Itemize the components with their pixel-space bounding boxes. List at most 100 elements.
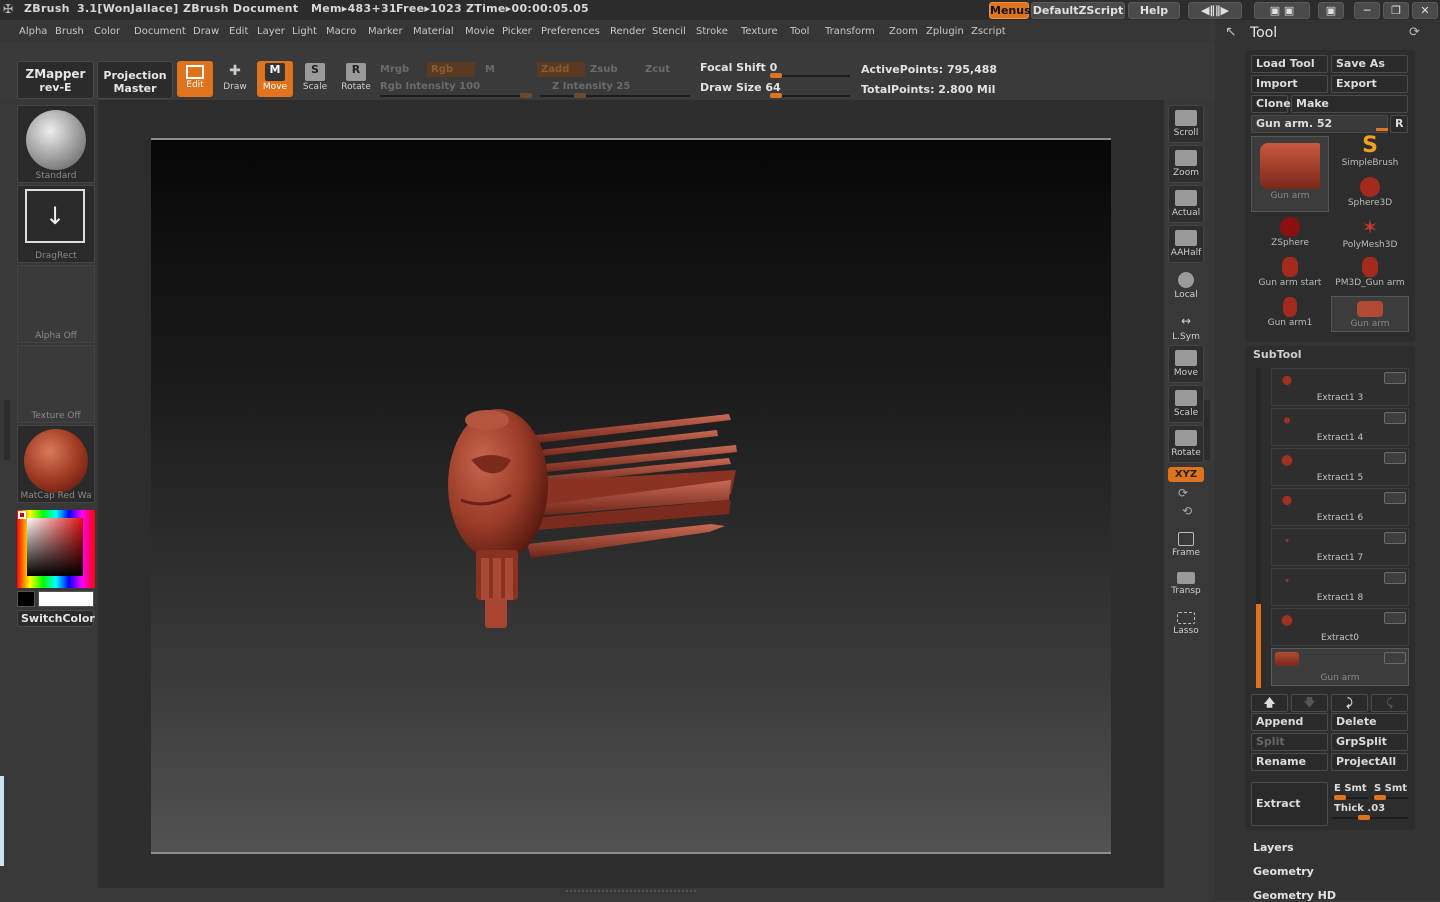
tool-thumb-polymesh3d[interactable]: ✶ PolyMesh3D xyxy=(1331,214,1409,252)
focal-shift-track[interactable] xyxy=(770,73,850,78)
move-view-button[interactable]: Move xyxy=(1168,345,1204,383)
move-mode-button[interactable]: M Move xyxy=(257,61,293,97)
rotate-y-icon[interactable]: ⟳ xyxy=(1178,486,1188,500)
make-polymesh-button[interactable]: Make PolyMesh3D xyxy=(1291,95,1408,126)
aahalf-button[interactable]: AAHalf xyxy=(1168,225,1204,263)
subtool-scrollbar[interactable] xyxy=(1256,368,1261,688)
layers-section-header[interactable]: Layers xyxy=(1253,841,1294,854)
split-button[interactable]: Split xyxy=(1251,733,1328,751)
subtool-row[interactable]: Extract0 xyxy=(1271,608,1409,646)
grpsplit-button[interactable]: GrpSplit xyxy=(1331,733,1408,751)
visibility-eye-icon[interactable] xyxy=(1384,412,1406,424)
menu-zplugin[interactable]: Zplugin xyxy=(926,26,964,37)
restore-icon[interactable]: ❐ xyxy=(1383,2,1409,19)
clone-button[interactable]: Clone xyxy=(1251,95,1291,113)
export-button[interactable]: Export xyxy=(1331,75,1408,93)
projection-master-button[interactable]: Projection Master xyxy=(97,61,173,99)
menu-texture[interactable]: Texture xyxy=(741,26,778,37)
tool-thumb-gun-arm1[interactable]: Gun arm1 xyxy=(1251,294,1329,332)
zadd-button[interactable]: Zadd xyxy=(537,62,585,77)
subtool-row[interactable]: Extract1 5 xyxy=(1271,448,1409,486)
rgb-intensity-slider[interactable]: Rgb Intensity 100 xyxy=(380,81,480,92)
scale-view-button[interactable]: Scale xyxy=(1168,385,1204,423)
projectall-button[interactable]: ProjectAll xyxy=(1331,753,1408,771)
lsym-button[interactable]: ↔ L.Sym xyxy=(1168,310,1204,348)
color-picker[interactable] xyxy=(17,510,95,588)
lasso-button[interactable]: Lasso xyxy=(1168,608,1204,646)
subtool-row[interactable]: Extract1 6 xyxy=(1271,488,1409,526)
rgb-intensity-track[interactable] xyxy=(380,93,532,98)
subtool-row[interactable]: Extract1 8 xyxy=(1271,568,1409,606)
tool-thumb-pm3d-gun-arm[interactable]: PM3D_Gun arm xyxy=(1331,254,1409,292)
subtool-row[interactable]: Extract1 7 xyxy=(1271,528,1409,566)
rotate-mode-button[interactable]: R Rotate xyxy=(338,61,374,97)
menu-alpha[interactable]: Alpha xyxy=(19,26,47,37)
refresh-icon[interactable]: ⟳ xyxy=(1409,25,1420,40)
menu-zscript[interactable]: Zscript xyxy=(971,26,1006,37)
material-selector[interactable]: MatCap Red Wa xyxy=(17,425,95,503)
primary-color-swatch[interactable] xyxy=(38,591,94,607)
subtool-title[interactable]: SubTool xyxy=(1253,348,1302,361)
thick-slider[interactable]: Thick .03 xyxy=(1334,803,1385,814)
subtool-scrollbar-thumb[interactable] xyxy=(1256,604,1261,688)
menu-movie[interactable]: Movie xyxy=(465,26,495,37)
visibility-eye-icon[interactable] xyxy=(1384,492,1406,504)
zsub-button[interactable]: Zsub xyxy=(590,64,617,75)
thick-track[interactable] xyxy=(1332,815,1408,820)
draw-mode-button[interactable]: ✚ Draw xyxy=(217,61,253,97)
tool-thumb-gun-arm-large[interactable]: Gun arm xyxy=(1251,136,1329,212)
current-tool-slider[interactable]: Gun arm. 52 xyxy=(1251,115,1388,133)
geometry-section-header[interactable]: Geometry xyxy=(1253,865,1314,878)
brush-selector[interactable]: Standard xyxy=(17,105,95,183)
subtool-row-selected[interactable]: Gun arm xyxy=(1271,648,1409,686)
visibility-eye-icon[interactable] xyxy=(1384,532,1406,544)
xyz-button[interactable]: XYZ xyxy=(1168,467,1204,482)
menu-stroke[interactable]: Stroke xyxy=(696,26,728,37)
color-picker-square[interactable] xyxy=(27,518,83,576)
geometry-hd-section-header[interactable]: Geometry HD xyxy=(1253,889,1336,902)
tool-thumb-simplebrush[interactable]: S SimpleBrush xyxy=(1331,134,1409,172)
tool-thumb-gun-arm-start[interactable]: Gun arm start xyxy=(1251,254,1329,292)
move-up-icon[interactable]: 🡅 xyxy=(1251,694,1288,712)
edit-mode-button[interactable]: Edit xyxy=(177,61,213,97)
menu-material[interactable]: Material xyxy=(413,26,454,37)
zoom-button[interactable]: Zoom xyxy=(1168,145,1204,183)
scale-mode-button[interactable]: S Scale xyxy=(297,61,333,97)
move-down-icon[interactable]: 🡇 xyxy=(1291,694,1328,712)
bottom-tray-handle[interactable] xyxy=(566,890,696,898)
switch-color-button[interactable]: SwitchColor xyxy=(17,610,95,627)
e-smt-track[interactable] xyxy=(1332,795,1368,800)
layout-windows-icon[interactable]: ▣ ▣ xyxy=(1254,2,1310,19)
append-button[interactable]: Append xyxy=(1251,713,1328,731)
s-smt-track[interactable] xyxy=(1372,795,1408,800)
z-intensity-slider[interactable]: Z Intensity 25 xyxy=(552,81,630,92)
menu-document[interactable]: Document xyxy=(134,26,186,37)
import-button[interactable]: Import xyxy=(1251,75,1328,93)
merge-up-icon[interactable]: ⤸ xyxy=(1331,694,1368,712)
subtool-row[interactable]: Extract1 4 xyxy=(1271,408,1409,446)
minimize-icon[interactable]: ─ xyxy=(1354,2,1380,19)
rotate-view-button[interactable]: Rotate xyxy=(1168,425,1204,463)
menu-layer[interactable]: Layer xyxy=(257,26,285,37)
mrgb-button[interactable]: Mrgb xyxy=(380,64,409,75)
close-icon[interactable]: ✕ xyxy=(1412,2,1438,19)
delete-button[interactable]: Delete xyxy=(1331,713,1408,731)
visibility-eye-icon[interactable] xyxy=(1384,572,1406,584)
menus-button[interactable]: Menus xyxy=(989,2,1031,19)
load-tool-button[interactable]: Load Tool xyxy=(1251,55,1328,73)
tool-thumb-zsphere[interactable]: ZSphere xyxy=(1251,214,1329,252)
scroll-button[interactable]: Scroll xyxy=(1168,105,1204,143)
visibility-eye-icon[interactable] xyxy=(1384,652,1406,664)
menu-marker[interactable]: Marker xyxy=(368,26,403,37)
merge-down-icon[interactable]: ⤹ xyxy=(1371,694,1408,712)
menu-draw[interactable]: Draw xyxy=(193,26,219,37)
local-button[interactable]: Local xyxy=(1168,268,1204,306)
left-tray-handle[interactable] xyxy=(4,400,10,460)
menu-tool[interactable]: Tool xyxy=(790,26,809,37)
menu-stencil[interactable]: Stencil xyxy=(652,26,686,37)
zmapper-button[interactable]: ZMapper rev-E xyxy=(17,61,94,99)
save-as-button[interactable]: Save As xyxy=(1331,55,1408,73)
transp-button[interactable]: Transp xyxy=(1168,568,1204,606)
visibility-eye-icon[interactable] xyxy=(1384,452,1406,464)
menu-macro[interactable]: Macro xyxy=(326,26,356,37)
